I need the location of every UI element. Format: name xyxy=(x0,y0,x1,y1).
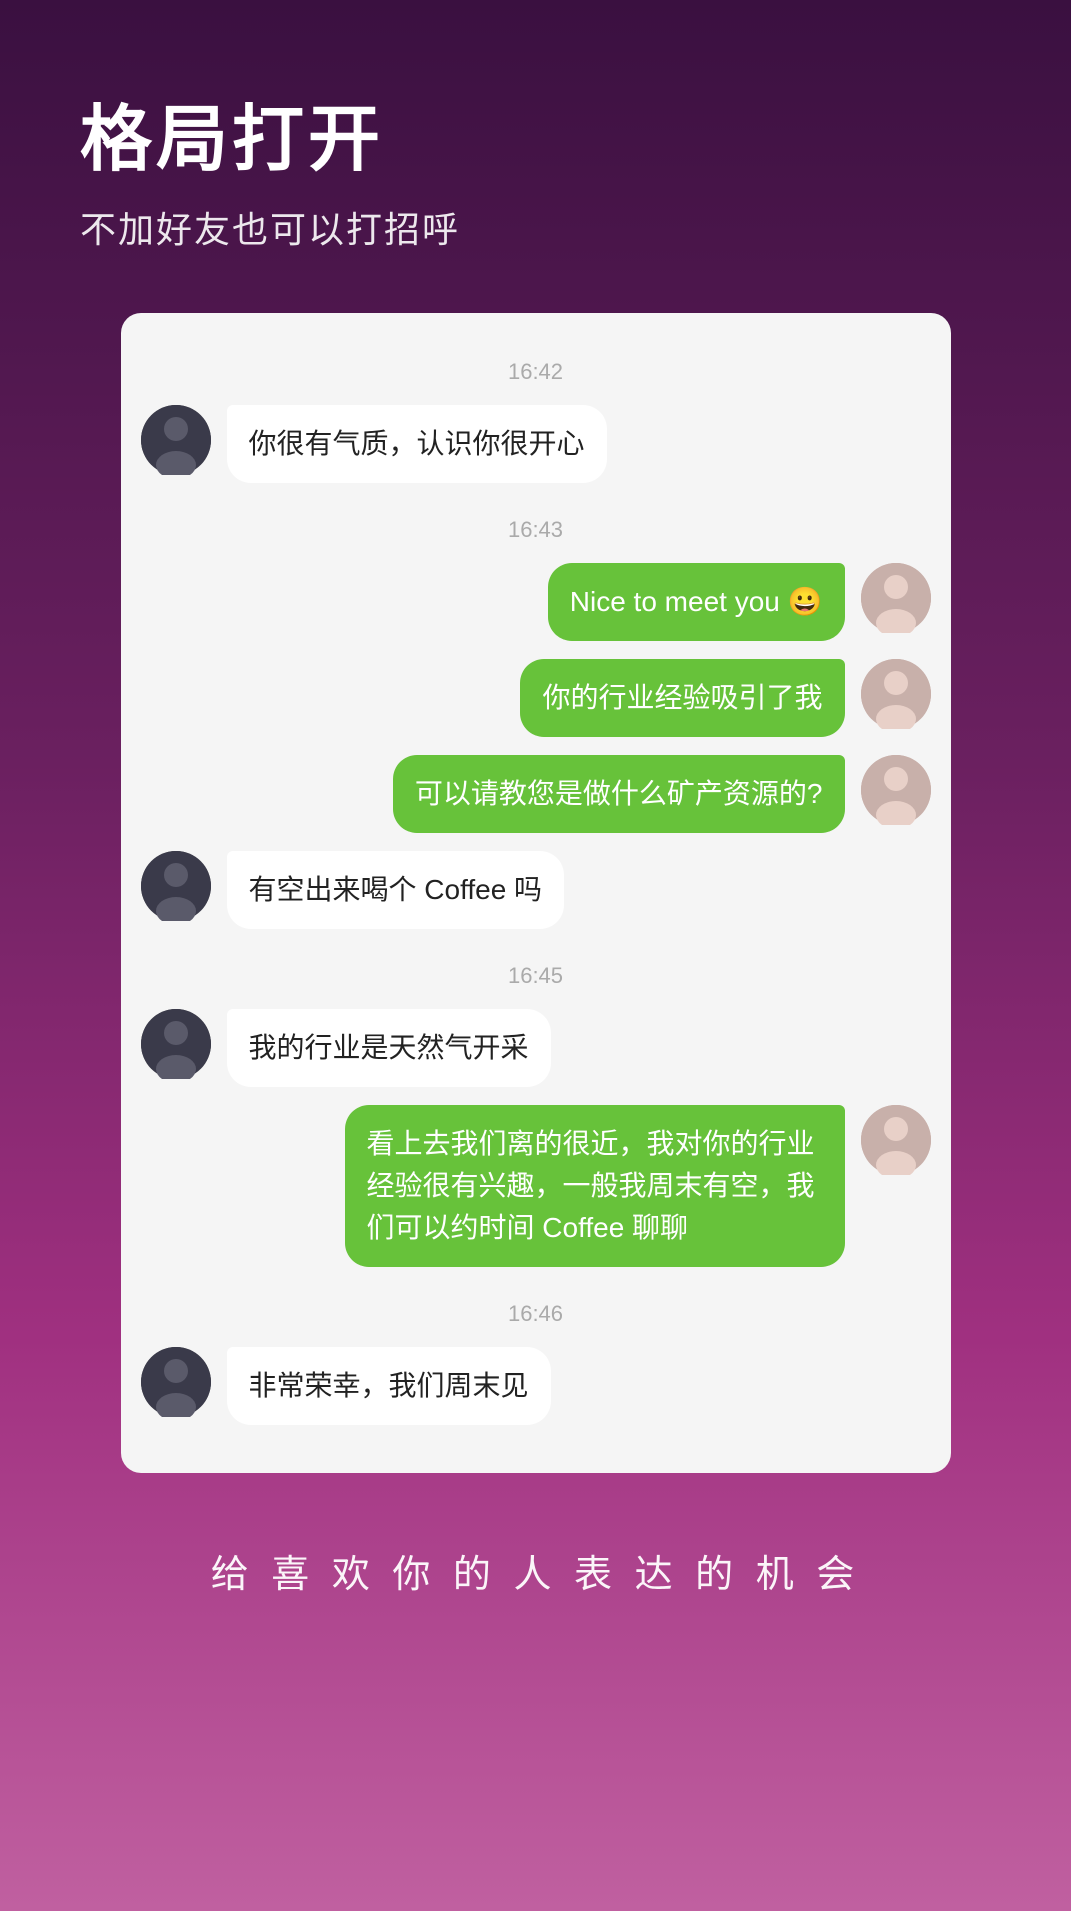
chat-container: 16:42 你很有气质，认识你很开心 16:43 Nice to meet you… xyxy=(121,313,951,1473)
message-bubble: 可以请教您是做什么矿产资源的? xyxy=(393,755,845,833)
avatar-female xyxy=(861,563,931,633)
message-row: 你的行业经验吸引了我 xyxy=(141,659,931,737)
message-row: 我的行业是天然气开采 xyxy=(141,1009,931,1087)
message-bubble: Nice to meet you 😀 xyxy=(548,563,845,641)
message-row: 有空出来喝个 Coffee 吗 xyxy=(141,851,931,929)
avatar-male xyxy=(141,405,211,475)
time-stamp: 16:43 xyxy=(141,517,931,543)
main-title: 格局打开 xyxy=(80,80,991,185)
time-stamp: 16:42 xyxy=(141,359,931,385)
avatar-male xyxy=(141,851,211,921)
footer-text: 给 喜 欢 你 的 人 表 达 的 机 会 xyxy=(60,1543,1011,1598)
message-bubble: 非常荣幸，我们周末见 xyxy=(227,1347,551,1425)
message-row: 看上去我们离的很近，我对你的行业经验很有兴趣，一般我周末有空，我们可以约时间 C… xyxy=(141,1105,931,1267)
avatar-female xyxy=(861,659,931,729)
message-row: Nice to meet you 😀 xyxy=(141,563,931,641)
message-bubble: 看上去我们离的很近，我对你的行业经验很有兴趣，一般我周末有空，我们可以约时间 C… xyxy=(345,1105,845,1267)
message-row: 非常荣幸，我们周末见 xyxy=(141,1347,931,1425)
avatar-male xyxy=(141,1009,211,1079)
message-bubble: 我的行业是天然气开采 xyxy=(227,1009,551,1087)
message-bubble: 你很有气质，认识你很开心 xyxy=(227,405,607,483)
avatar-female xyxy=(861,755,931,825)
footer-section: 给 喜 欢 你 的 人 表 达 的 机 会 xyxy=(0,1493,1071,1678)
time-stamp: 16:45 xyxy=(141,963,931,989)
time-stamp: 16:46 xyxy=(141,1301,931,1327)
message-row: 可以请教您是做什么矿产资源的? xyxy=(141,755,931,833)
sub-title: 不加好友也可以打招呼 xyxy=(80,201,991,253)
message-row: 你很有气质，认识你很开心 xyxy=(141,405,931,483)
message-bubble: 有空出来喝个 Coffee 吗 xyxy=(227,851,565,929)
header-section: 格局打开 不加好友也可以打招呼 xyxy=(0,0,1071,293)
message-bubble: 你的行业经验吸引了我 xyxy=(520,659,844,737)
avatar-male xyxy=(141,1347,211,1417)
avatar-female xyxy=(861,1105,931,1175)
